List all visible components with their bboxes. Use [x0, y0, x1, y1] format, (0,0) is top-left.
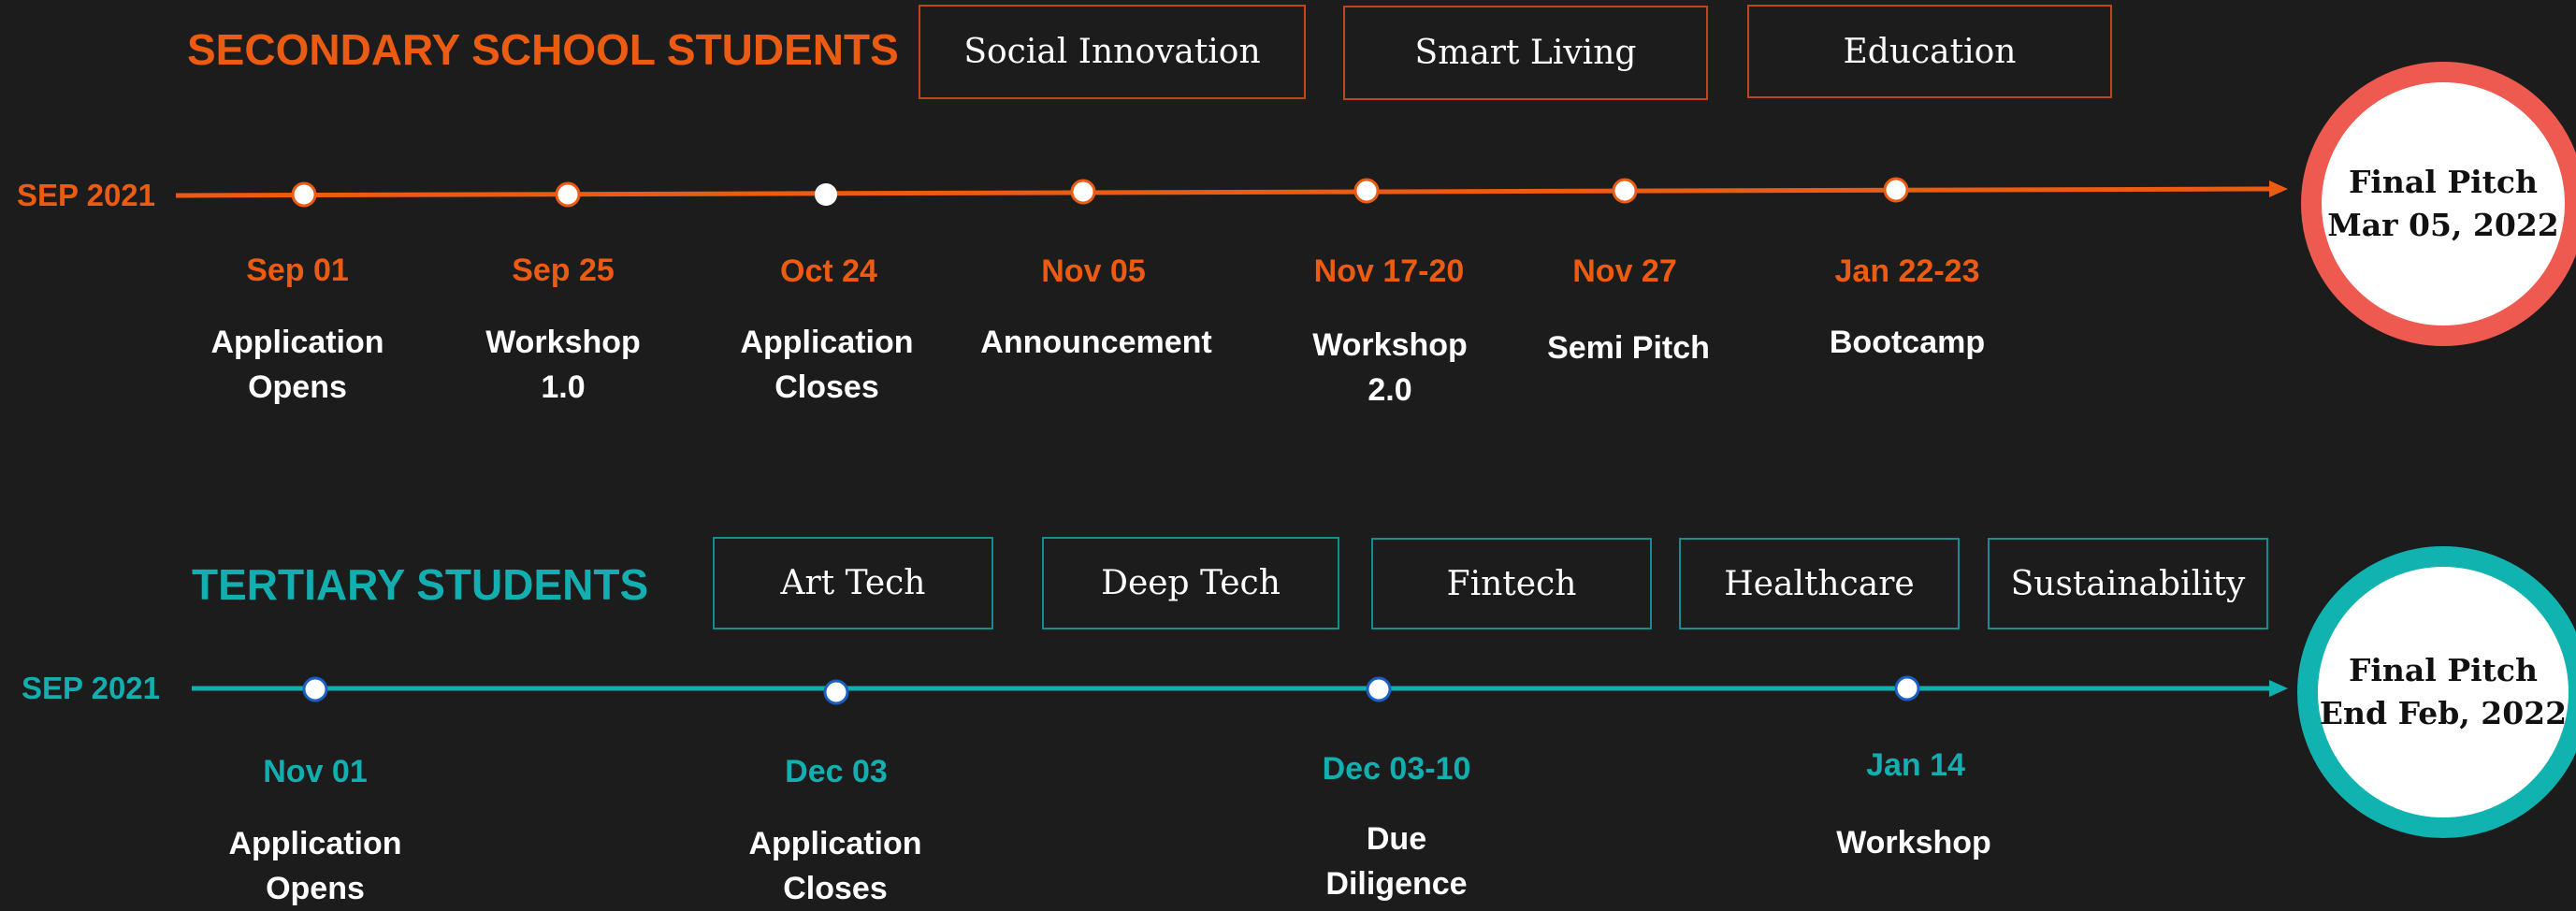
tertiary-event-label: Application Closes	[748, 826, 922, 906]
secondary-node	[291, 181, 317, 208]
category-art-tech: Art Tech	[713, 537, 993, 629]
category-fintech: Fintech	[1371, 538, 1652, 629]
secondary-arrowhead	[2269, 181, 2288, 197]
final-pitch-title: Final Pitch	[2348, 164, 2539, 200]
tertiary-node	[823, 679, 849, 705]
secondary-event-date: Nov 05	[1041, 253, 1146, 289]
category-healthcare: Healthcare	[1679, 538, 1960, 629]
secondary-node	[1070, 179, 1096, 205]
tertiary-node	[1894, 675, 1920, 701]
final-pitch-date: Mar 05, 2022	[2327, 207, 2559, 243]
secondary-node	[1612, 178, 1638, 204]
tertiary-event-label: Due Diligence	[1325, 821, 1468, 902]
secondary-event-date: Jan 22-23	[1834, 253, 1980, 289]
tertiary-event-date: Dec 03	[785, 754, 888, 789]
tertiary-final-pitch-circle: Final Pitch End Feb, 2022	[2297, 546, 2576, 838]
secondary-final-pitch-circle: Final Pitch Mar 05, 2022	[2301, 62, 2576, 346]
tertiary-event-date: Jan 14	[1866, 747, 1965, 783]
secondary-event-label: Application Opens	[210, 325, 384, 405]
secondary-event-label: Announcement	[980, 325, 1212, 360]
timeline-lines	[175, 177, 2288, 705]
secondary-node	[815, 183, 837, 206]
tertiary-node	[1366, 676, 1392, 702]
secondary-event-date: Nov 17-20	[1313, 253, 1465, 289]
tertiary-event-date: Dec 03-10	[1322, 751, 1471, 787]
secondary-timeline-line	[175, 186, 2272, 198]
final-pitch-date: End Feb, 2022	[2319, 695, 2568, 731]
secondary-node	[1353, 178, 1380, 204]
category-sustainability: Sustainability	[1988, 538, 2268, 629]
tertiary-event-label: Application Opens	[228, 826, 402, 906]
secondary-node	[555, 181, 581, 208]
secondary-event-label: Workshop 1.0	[485, 325, 641, 405]
tertiary-section-title: TERTIARY STUDENTS	[192, 560, 649, 609]
secondary-event-date: Sep 25	[512, 253, 615, 288]
category-deep-tech: Deep Tech	[1042, 537, 1339, 629]
tertiary-event-label: Workshop	[1836, 825, 1991, 860]
secondary-event-label: Semi Pitch	[1547, 330, 1710, 366]
secondary-event-date: Oct 24	[780, 253, 877, 289]
secondary-event-date: Sep 01	[246, 253, 349, 288]
secondary-event-label: Application Closes	[740, 325, 914, 405]
tertiary-arrowhead	[2269, 680, 2288, 697]
tertiary-node	[302, 676, 328, 702]
secondary-event-label: Bootcamp	[1829, 325, 1986, 360]
secondary-node	[1883, 177, 1909, 203]
tertiary-start-label: SEP 2021	[22, 671, 161, 705]
final-pitch-title: Final Pitch	[2348, 652, 2539, 688]
secondary-event-date: Nov 27	[1572, 253, 1677, 289]
tertiary-event-date: Nov 01	[263, 754, 368, 789]
